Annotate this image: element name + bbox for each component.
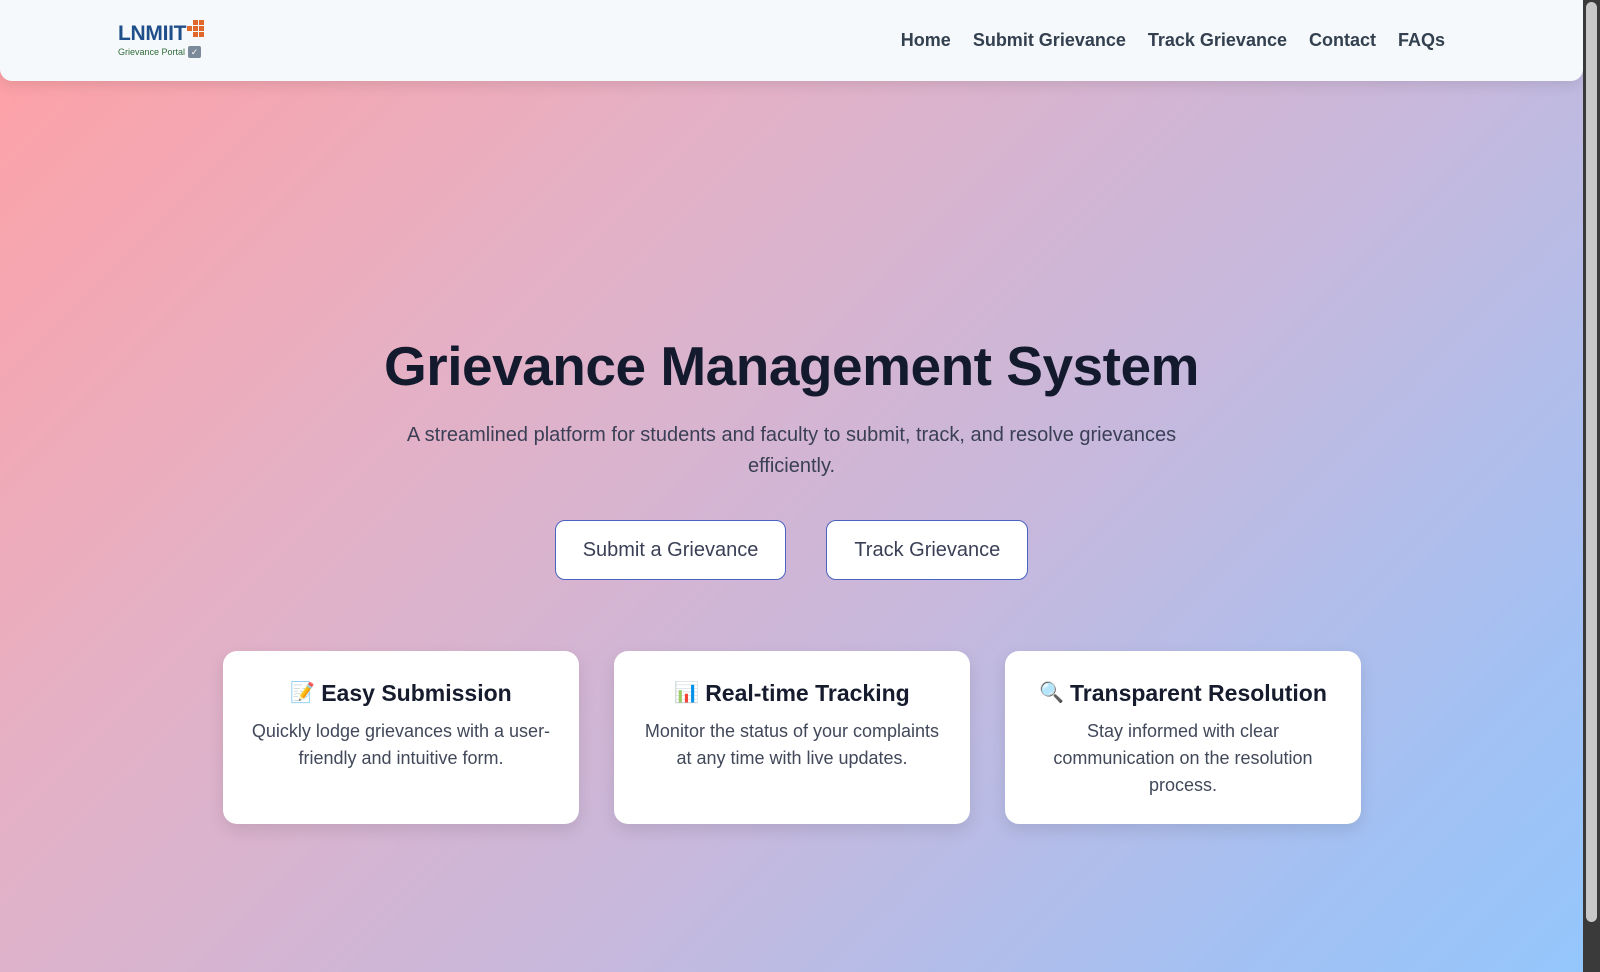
nav-link-track-grievance[interactable]: Track Grievance: [1148, 30, 1287, 51]
check-icon: ✓: [188, 46, 202, 58]
vertical-scrollbar[interactable]: [1583, 0, 1600, 972]
logo-subtitle: Grievance Portal: [118, 46, 186, 57]
navbar: LNMIIT Grievance Portal ✓ Home Submit Gr…: [0, 0, 1583, 81]
nav-link-faqs[interactable]: FAQs: [1398, 30, 1445, 51]
feature-card-title: Real-time Tracking: [705, 680, 910, 706]
logo-name: LNMIIT: [118, 22, 187, 45]
memo-icon: 📝: [290, 682, 316, 704]
nav-links: Home Submit Grievance Track Grievance Co…: [901, 30, 1445, 51]
page-viewport: LNMIIT Grievance Portal ✓ Home Submit Gr…: [0, 0, 1583, 972]
feature-card-real-time-tracking: 📊 Real-time Tracking Monitor the status …: [614, 651, 970, 824]
hero-section: Grievance Management System A streamline…: [0, 330, 1583, 580]
hero-buttons: Submit a Grievance Track Grievance: [0, 520, 1583, 580]
feature-card-title: Easy Submission: [321, 680, 512, 706]
feature-card-description: Stay informed with clear communication o…: [1053, 721, 1313, 795]
submit-grievance-button[interactable]: Submit a Grievance: [554, 520, 787, 580]
features-section: 📝 Easy Submission Quickly lodge grievanc…: [223, 651, 1361, 824]
feature-card-easy-submission: 📝 Easy Submission Quickly lodge grievanc…: [223, 651, 579, 824]
nav-link-submit-grievance[interactable]: Submit Grievance: [973, 30, 1126, 51]
feature-card-description: Quickly lodge grievances with a user-fri…: [251, 721, 551, 768]
scrollbar-thumb[interactable]: [1586, 2, 1597, 922]
nav-link-contact[interactable]: Contact: [1309, 30, 1376, 51]
feature-card-transparent-resolution: 🔍 Transparent Resolution Stay informed w…: [1005, 651, 1361, 824]
hero-title: Grievance Management System: [384, 335, 1199, 397]
feature-card-description: Monitor the status of your complaints at…: [644, 721, 940, 768]
feature-card-title: Transparent Resolution: [1070, 680, 1327, 706]
track-grievance-button[interactable]: Track Grievance: [826, 520, 1029, 580]
nav-link-home[interactable]: Home: [901, 30, 951, 51]
logo[interactable]: LNMIIT Grievance Portal ✓: [118, 20, 208, 58]
magnifier-icon: 🔍: [1039, 682, 1065, 704]
bar-chart-icon: 📊: [674, 682, 700, 704]
hero-subtitle: A streamlined platform for students and …: [406, 424, 1177, 477]
logo-squares-icon: [187, 20, 205, 37]
